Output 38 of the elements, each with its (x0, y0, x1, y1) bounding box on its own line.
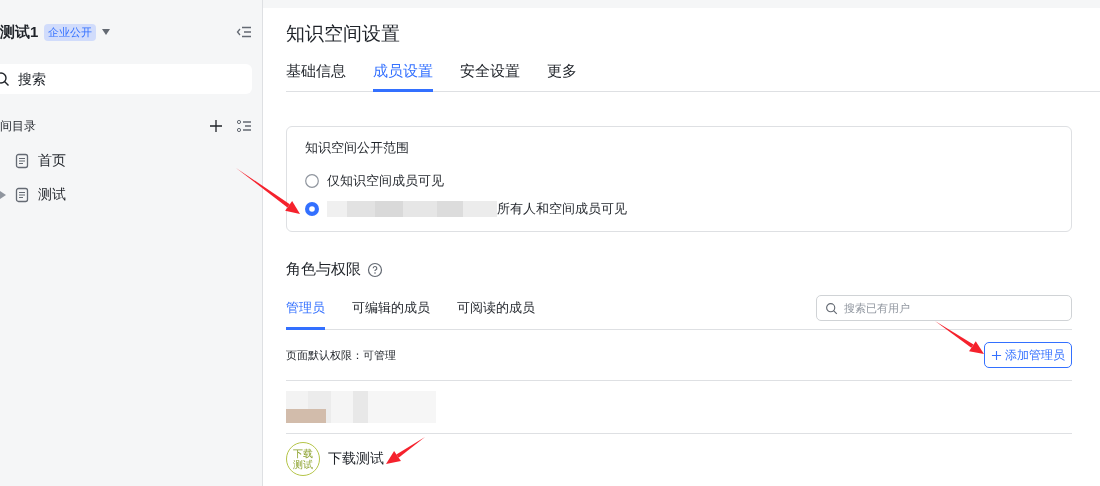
visibility-badge: 企业公开 (44, 23, 97, 41)
settings-tab[interactable]: 成员设置 (373, 56, 433, 92)
role-tab[interactable]: 可阅读的成员 (457, 291, 535, 330)
caret-icon[interactable] (102, 29, 111, 35)
user-search-box[interactable]: 搜索已有用户 (816, 295, 1072, 321)
expand-icon[interactable] (0, 191, 6, 199)
search-box[interactable]: 搜索 (0, 64, 252, 94)
settings-tab[interactable]: 安全设置 (460, 56, 520, 92)
space-name[interactable]: 测试1 (0, 22, 39, 42)
directory-item[interactable]: 首页 (0, 144, 252, 178)
collapse-sidebar-icon[interactable] (236, 24, 252, 40)
annotation-arrow (386, 437, 425, 464)
directory-label: 间目录 (0, 117, 37, 135)
search-field[interactable]: 搜索 (18, 71, 168, 87)
search-icon (825, 301, 838, 315)
option-label: 所有人和空间成员可见 (497, 200, 627, 218)
annotation-arrow (935, 321, 984, 354)
default-permission-text: 页面默认权限：可管理 (286, 347, 396, 363)
card-title: 知识空间公开范围 (305, 139, 410, 157)
settings-tab[interactable]: 更多 (547, 56, 577, 92)
add-icon[interactable] (208, 118, 224, 134)
section-title: 角色与权限 (286, 260, 361, 279)
radio-button[interactable] (305, 174, 319, 188)
help-icon[interactable] (367, 261, 383, 278)
page-title: 知识空间设置 (286, 22, 401, 46)
list-icon[interactable] (236, 118, 252, 134)
document-icon (14, 153, 30, 169)
member-row[interactable]: 下载 测试 下载测试 (286, 442, 384, 476)
role-tab[interactable]: 可编辑的成员 (352, 291, 430, 330)
add-admin-button[interactable]: 添加管理员 (984, 342, 1072, 368)
role-tab[interactable]: 管理员 (286, 291, 325, 330)
directory-item[interactable]: 测试 (0, 178, 252, 212)
annotation-arrow (236, 168, 300, 214)
settings-tab[interactable]: 基础信息 (286, 56, 346, 92)
plus-icon (991, 349, 1002, 361)
radio-button[interactable] (305, 202, 319, 216)
document-icon (14, 187, 30, 203)
option-label: 仅知识空间成员可见 (327, 172, 444, 190)
